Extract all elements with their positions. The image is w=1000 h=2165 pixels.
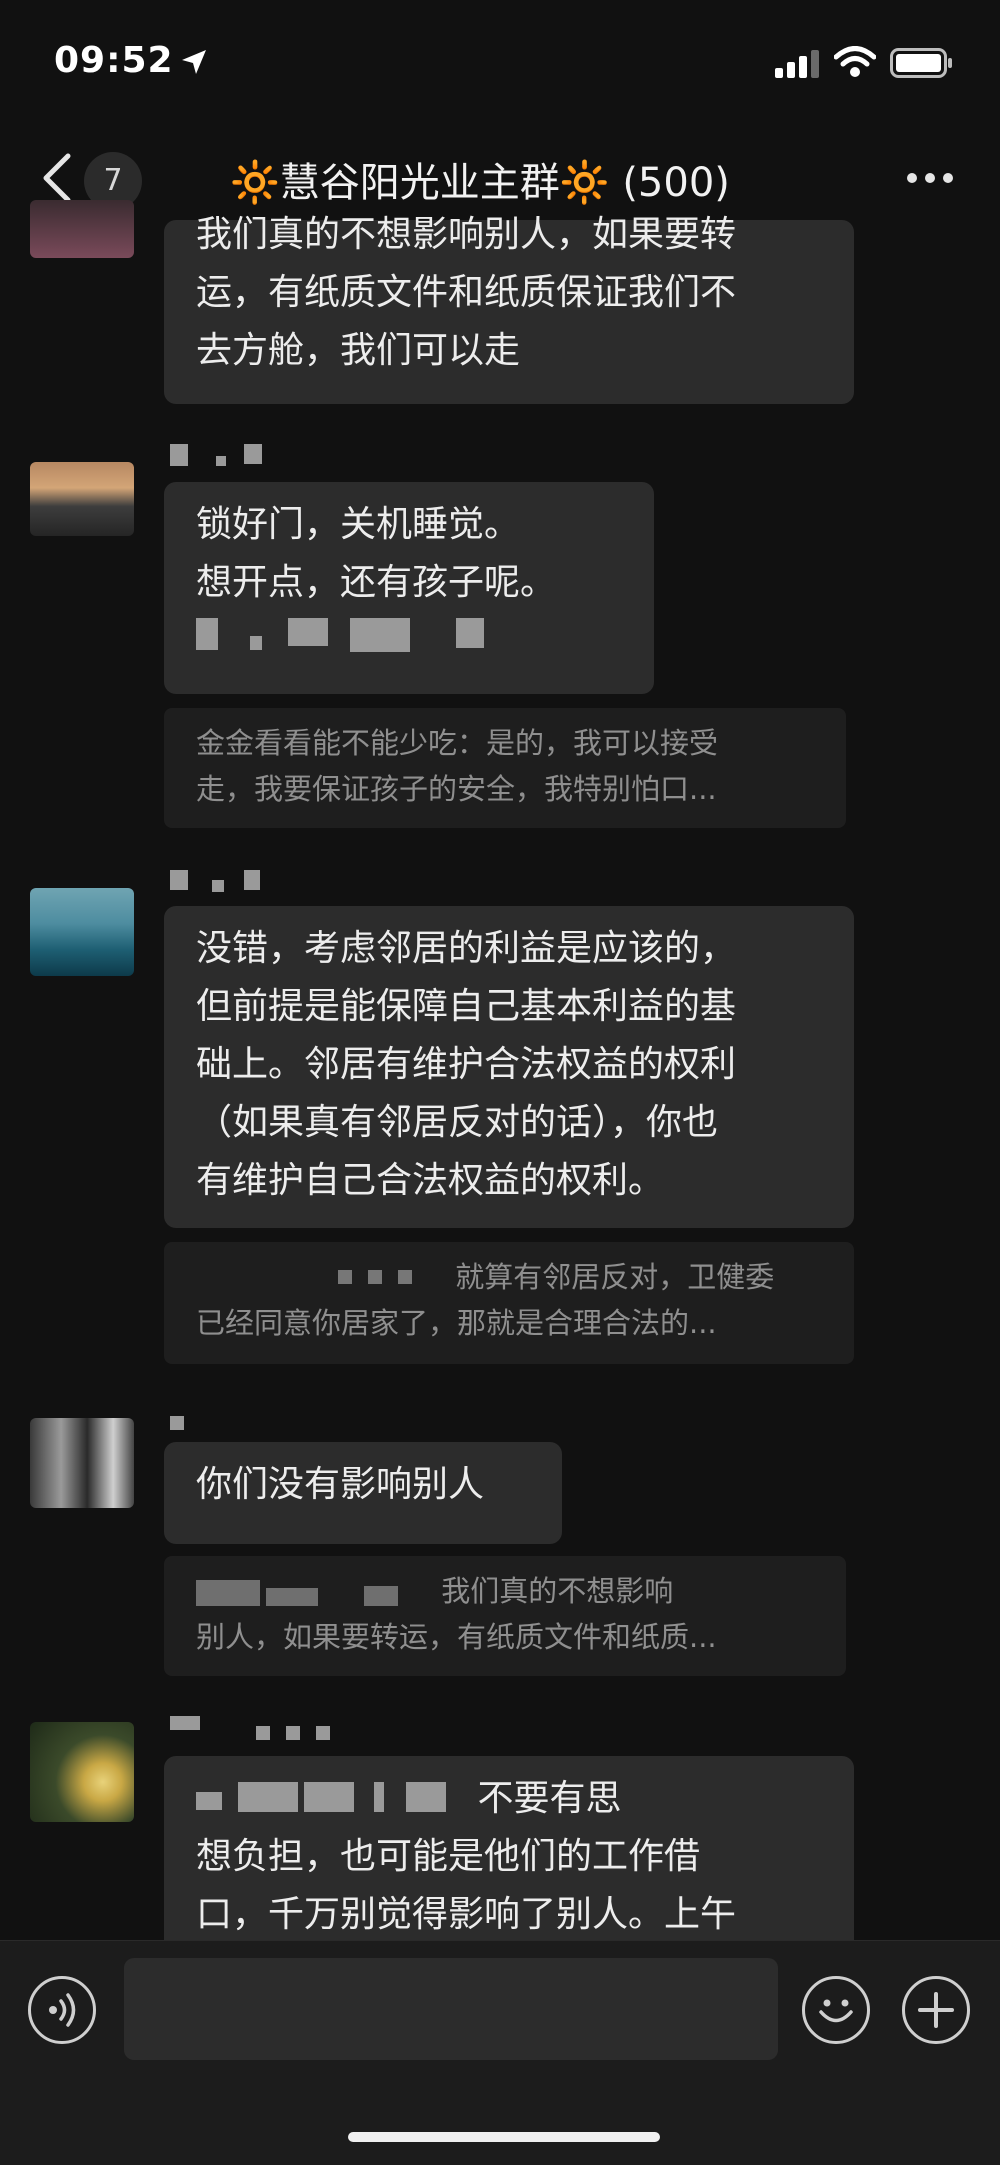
quote-line: 我们真的不想影响 <box>196 1568 814 1614</box>
message-line: 不要有思 <box>477 1778 622 1819</box>
sender-nickname <box>170 870 266 896</box>
avatar[interactable] <box>30 462 134 536</box>
quoted-message[interactable]: 我们真的不想影响 别人，如果要转运，有纸质文件和纸质... <box>164 1556 846 1676</box>
message-line: 锁好门，关机睡觉。 <box>196 504 521 545</box>
quote-line: 已经同意你居家了，那就是合理合法的... <box>196 1306 717 1340</box>
chat-title[interactable]: 🔆慧谷阳光业主群🔆 (500) <box>230 150 730 208</box>
status-bar: 09:52 <box>0 0 1000 120</box>
message-bubble[interactable]: 我们真的不想影响别人，如果要转 运，有纸质文件和纸质保证我们不 去方舱，我们可以… <box>164 214 854 404</box>
wifi-icon <box>834 46 876 77</box>
home-indicator <box>348 2132 660 2142</box>
pixelated-text <box>196 618 622 676</box>
message-line: 你们没有影响别人 <box>196 1464 485 1505</box>
avatar[interactable] <box>30 1722 134 1822</box>
voice-icon[interactable] <box>28 1976 96 2044</box>
avatar[interactable] <box>30 200 134 258</box>
avatar[interactable] <box>30 1418 134 1508</box>
message-line: 去方舱，我们可以走 <box>196 330 521 371</box>
chevron-left-icon[interactable] <box>38 152 74 204</box>
quote-line: 金金看看能不能少吃：是的，我可以接受 <box>196 726 719 760</box>
plus-icon[interactable] <box>902 1976 970 2044</box>
quote-line: 就算有邻居反对，卫健委 <box>455 1260 775 1294</box>
emoji-icon[interactable] <box>802 1976 870 2044</box>
signal-icon <box>775 50 819 78</box>
message-line: 口，千万别觉得影响了别人。上午 <box>196 1894 737 1935</box>
quote-line: 我们真的不想影响 <box>441 1574 674 1608</box>
message-line: 但前提是能保障自己基本利益的基 <box>196 986 737 1027</box>
more-dots-icon[interactable] <box>906 172 954 184</box>
message-line: 我们真的不想影响别人，如果要转 <box>196 214 737 255</box>
message-line: 想开点，还有孩子呢。 <box>196 562 557 603</box>
message-line: 不要有思 <box>196 1770 822 1828</box>
message-bubble[interactable]: 锁好门，关机睡觉。 想开点，还有孩子呢。 <box>164 482 654 694</box>
avatar[interactable] <box>30 888 134 976</box>
battery-icon <box>890 48 952 78</box>
pixelated-text <box>196 1792 222 1810</box>
quoted-message[interactable]: 金金看看能不能少吃：是的，我可以接受 走，我要保证孩子的安全，我特别怕口... <box>164 708 846 828</box>
message-bubble[interactable]: 没错，考虑邻居的利益是应该的， 但前提是能保障自己基本利益的基 础上。邻居有维护… <box>164 906 854 1228</box>
message-line: （如果真有邻居反对的话），你也 <box>196 1102 719 1143</box>
sender-nickname <box>170 444 268 470</box>
message-line: 想负担，也可能是他们的工作借 <box>196 1836 701 1877</box>
message-line: 础上。邻居有维护合法权益的权利 <box>196 1044 737 1085</box>
message-line: 运，有纸质文件和纸质保证我们不 <box>196 272 737 313</box>
quote-line: 走，我要保证孩子的安全，我特别怕口... <box>196 772 717 806</box>
message-bubble[interactable]: 你们没有影响别人 <box>164 1442 562 1544</box>
pixelated-name <box>196 1580 260 1606</box>
sender-nickname <box>170 1416 190 1442</box>
message-line: 没错，考虑邻居的利益是应该的， <box>196 928 737 969</box>
location-arrow-icon <box>182 50 206 74</box>
sender-nickname <box>170 1716 336 1742</box>
status-time: 09:52 <box>54 40 174 81</box>
message-bubble[interactable]: 不要有思 想负担，也可能是他们的工作借 口，千万别觉得影响了别人。上午 <box>164 1756 854 1956</box>
quote-line: 别人，如果要转运，有纸质文件和纸质... <box>196 1620 717 1654</box>
message-line: 有维护自己合法权益的权利。 <box>196 1160 665 1201</box>
pixelated-name <box>338 1270 352 1284</box>
quote-line: 就算有邻居反对，卫健委 <box>196 1254 822 1300</box>
quoted-message[interactable]: 就算有邻居反对，卫健委 已经同意你居家了，那就是合理合法的... <box>164 1242 854 1364</box>
message-input[interactable] <box>124 1958 778 2060</box>
